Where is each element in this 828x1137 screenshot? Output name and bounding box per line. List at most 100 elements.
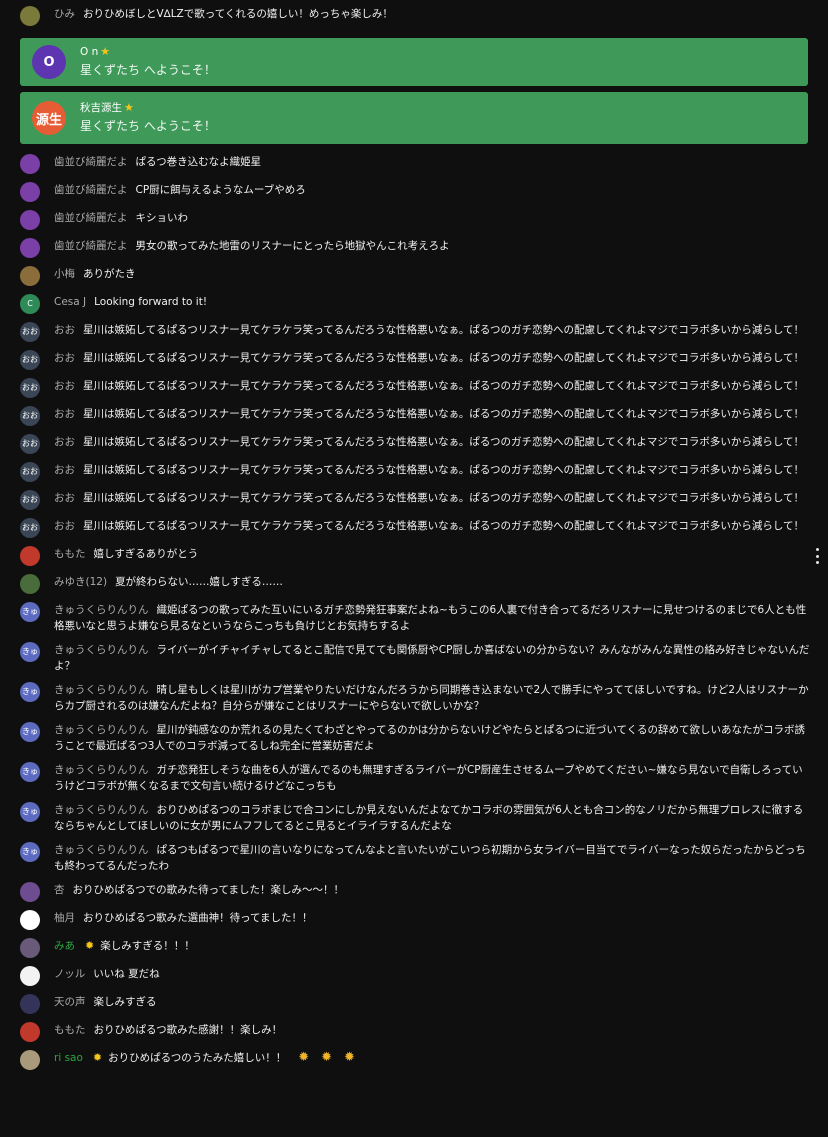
message-text: 星川は嫉妬してるぱるつリスナー見てケラケラ笑ってるんだろうな性格悪いなぁ。ぱるつ… [83,436,805,448]
author-name[interactable]: きゅうくらりんりん [54,724,149,736]
author-name[interactable]: ももた [54,548,86,560]
author-name[interactable]: 歯並び綺麗だよ [54,212,128,224]
message-text: ぱるつ巻き込むなよ織姫星 [135,156,262,168]
avatar[interactable] [20,266,40,286]
author-name[interactable]: きゅうくらりんりん [54,764,149,776]
author-name[interactable]: 歯並び綺麗だよ [54,156,128,168]
message-text: おりひめぱるつでの歌みた待ってました！楽しみ〜〜！！ [72,884,345,896]
chat-message: ノッル いいね 夏だね [0,962,810,990]
author-name[interactable]: おお [54,324,75,336]
avatar[interactable] [20,1050,40,1070]
chat-message: 歯並び綺麗だよ ぱるつ巻き込むなよ織姫星 [0,150,810,178]
author-name[interactable]: 杏 [54,884,65,896]
message-text: 星川は嫉妬してるぱるつリスナー見てケラケラ笑ってるんだろうな性格悪いなぁ。ぱるつ… [83,492,805,504]
avatar[interactable] [20,210,40,230]
chat-message: 小梅 ありがたき [0,262,810,290]
message-text: 夏が終わらない……嬉しすぎる…… [115,576,283,588]
author-name[interactable]: 柚月 [54,912,75,924]
message-text: おりひめぱるつ歌みた選曲神！待ってました！！ [83,912,313,924]
avatar[interactable]: きゅ [20,802,40,822]
avatar[interactable]: きゅ [20,642,40,662]
avatar[interactable]: おお [20,350,40,370]
message-text: 嬉しすぎるありがとう [93,548,199,560]
avatar[interactable] [20,182,40,202]
author-name[interactable]: おお [54,492,75,504]
author-name[interactable]: ri sao [54,1052,83,1064]
author-name[interactable]: おお [54,352,75,364]
author-name[interactable]: 歯並び綺麗だよ [54,184,128,196]
avatar[interactable] [20,966,40,986]
avatar[interactable] [20,938,40,958]
author-name[interactable]: きゅうくらりんりん [54,844,149,856]
author-name[interactable]: きゅうくらりんりん [54,684,149,696]
author-name[interactable]: きゅうくらりんりん [54,644,149,656]
author-name[interactable]: 天の声 [54,996,86,1008]
avatar[interactable]: きゅ [20,722,40,742]
avatar[interactable] [20,6,40,26]
avatar[interactable]: おお [20,378,40,398]
avatar[interactable]: きゅ [20,602,40,622]
avatar[interactable]: おお [20,462,40,482]
avatar[interactable] [20,238,40,258]
chat-message: きゅ きゅうくらりんりん 晴し星もしくは星川がカプ営業やりたいだけなんだろうから同期… [0,678,810,718]
avatar[interactable] [20,882,40,902]
avatar: O [32,45,66,79]
chat-feed: ひみ おりひめぼしとV∆LZで歌ってくれるの嬉しい！めっちゃ楽しみ！ O O n… [0,0,828,1074]
avatar[interactable]: おお [20,490,40,510]
avatar[interactable]: きゅ [20,682,40,702]
author-name[interactable]: きゅうくらりんりん [54,604,149,616]
author-name[interactable]: みあ [54,940,75,952]
chat-message: きゅ きゅうくらりんりん おりひめぱるつのコラボまじで合コンにしか見えないんだよなて… [0,798,810,838]
author-name[interactable]: 小梅 [54,268,75,280]
chat-message: おお おお 星川は嫉妬してるぱるつリスナー見てケラケラ笑ってるんだろうな性格悪いなぁ… [0,402,810,430]
avatar[interactable]: きゅ [20,762,40,782]
message-text: ぱるつもぱるつで星川の言いなりになってんなよと言いたいがこいつら初期から女ライバ… [54,844,806,872]
chat-message: 柚月 おりひめぱるつ歌みた選曲神！待ってました！！ [0,906,810,934]
author-name[interactable]: ノッル [54,968,85,980]
message-text: ありがたき [83,268,136,280]
chat-message: おお おお 星川は嫉妬してるぱるつリスナー見てケラケラ笑ってるんだろうな性格悪いなぁ… [0,458,810,486]
super-chat-card[interactable]: O O n ★ 星くずたち へようこそ！ [20,38,808,86]
avatar[interactable]: C [20,294,40,314]
chat-message: きゅ きゅうくらりんりん ガチ恋発狂しそうな曲を6人が選んでるのも無理すぎるライバー… [0,758,810,798]
message-text: 星くずたち へようこそ！ [80,119,216,133]
avatar[interactable] [20,154,40,174]
chat-message: 杏おりひめぱるつでの歌みた待ってました！楽しみ〜〜！！ [0,878,810,906]
avatar[interactable] [20,546,40,566]
avatar[interactable]: きゅ [20,842,40,862]
chat-message: きゅ きゅうくらりんりん ぱるつもぱるつで星川の言いなりになってんなよと言いたいがこ… [0,838,810,878]
author-name[interactable]: おお [54,464,75,476]
avatar[interactable]: おお [20,518,40,538]
chat-message: みあ ✹ 楽しみすぎる！！！ [0,934,810,962]
author-name[interactable]: おお [54,408,75,420]
author-name[interactable]: ひみ [54,6,75,22]
sparkle-emoji-icon: ✹ [321,1050,333,1065]
avatar[interactable] [20,910,40,930]
chat-message: 歯並び綺麗だよ 男女の歌ってみた地雷のリスナーにとったら地獄やんこれ考えろよ [0,234,810,262]
message-text: 星川は嫉妬してるぱるつリスナー見てケラケラ笑ってるんだろうな性格悪いなぁ。ぱるつ… [83,380,805,392]
author-name[interactable]: きゅうくらりんりん [54,804,149,816]
author-name[interactable]: ももた [54,1024,86,1036]
avatar[interactable] [20,994,40,1014]
avatar[interactable]: おお [20,406,40,426]
message-text: 楽しみすぎる [93,996,157,1008]
member-badge-icon: ✹ [85,939,95,952]
avatar[interactable]: おお [20,322,40,342]
chat-message: おお おお 星川は嫉妬してるぱるつリスナー見てケラケラ笑ってるんだろうな性格悪いなぁ… [0,486,810,514]
message-list: 歯並び綺麗だよ ぱるつ巻き込むなよ織姫星 歯並び綺麗だよ CP厨に餌与えるようなムーブ… [0,150,828,1074]
author-name[interactable]: おお [54,520,75,532]
avatar[interactable] [20,574,40,594]
author-name[interactable]: みゆき(12) [54,576,107,588]
super-chat-card[interactable]: 源生 秋吉源生 ★ 星くずたち へようこそ！ [20,92,808,144]
avatar[interactable] [20,1022,40,1042]
message-text: おりひめぼしとV∆LZで歌ってくれるの嬉しい！めっちゃ楽しみ！ [83,8,393,20]
message-text: 楽しみすぎる！！！ [100,940,195,952]
avatar[interactable]: おお [20,434,40,454]
more-options-icon[interactable] [812,548,822,564]
author-name[interactable]: 歯並び綺麗だよ [54,240,128,252]
message-text: 星川は嫉妬してるぱるつリスナー見てケラケラ笑ってるんだろうな性格悪いなぁ。ぱるつ… [83,464,805,476]
chat-message: 天の声 楽しみすぎる [0,990,810,1018]
author-name[interactable]: Cesa J [54,296,86,308]
author-name[interactable]: おお [54,380,75,392]
author-name[interactable]: おお [54,436,75,448]
